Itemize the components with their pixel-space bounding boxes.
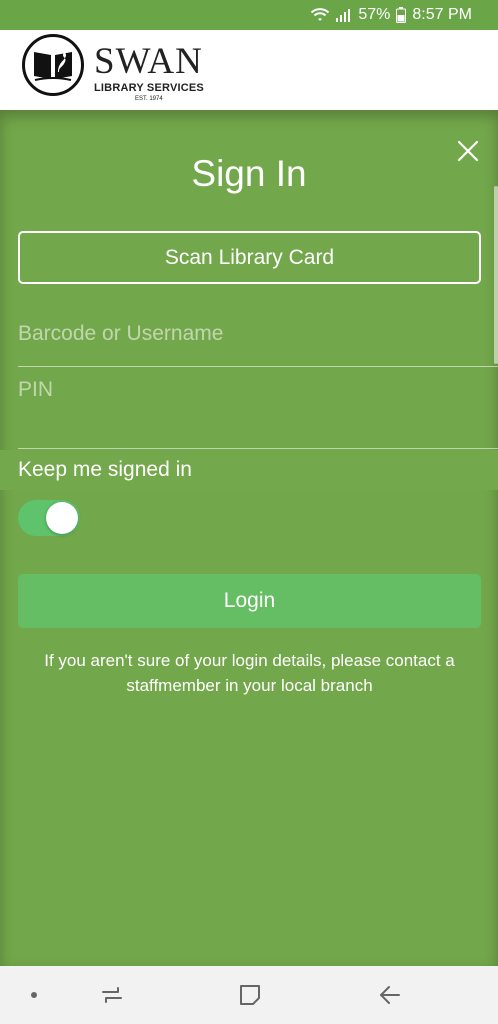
help-text: If you aren't sure of your login details…	[44, 651, 455, 695]
username-input[interactable]	[18, 322, 498, 346]
signal-icon	[336, 8, 352, 22]
home-button[interactable]	[230, 966, 270, 1024]
sign-in-panel: Sign In Scan Library Card Keep me signed…	[0, 110, 498, 966]
status-bar: 57% 8:57 PM	[0, 0, 498, 30]
back-icon	[380, 986, 400, 1004]
keep-signed-in-toggle[interactable]	[18, 500, 80, 536]
wifi-icon	[310, 7, 330, 23]
login-button[interactable]: Login	[18, 574, 481, 628]
username-field-wrapper	[18, 322, 498, 367]
page-title: Sign In	[191, 153, 307, 194]
toggle-knob	[46, 502, 78, 534]
battery-icon	[396, 7, 407, 23]
battery-percent: 57%	[358, 6, 391, 23]
nav-dot-button[interactable]	[20, 966, 48, 1024]
keep-signed-in-label: Keep me signed in	[18, 458, 192, 481]
logo-est: EST. 1974	[135, 96, 163, 102]
navigation-bar	[0, 966, 498, 1024]
swan-logo: SWAN LIBRARY SERVICES EST. 1974	[22, 34, 212, 106]
home-icon	[240, 985, 260, 1005]
swan-book-icon	[22, 34, 84, 96]
dot-icon	[31, 992, 37, 998]
status-time: 8:57 PM	[412, 6, 472, 23]
recent-apps-button[interactable]	[92, 966, 132, 1024]
recent-apps-icon	[102, 987, 122, 1003]
pin-field-wrapper	[18, 378, 498, 449]
logo-subtitle: LIBRARY SERVICES	[94, 82, 204, 94]
logo-title: SWAN	[94, 41, 203, 82]
scan-library-card-button[interactable]: Scan Library Card	[18, 231, 481, 284]
pin-input[interactable]	[18, 378, 498, 402]
back-button[interactable]	[370, 966, 410, 1024]
app-header: SWAN LIBRARY SERVICES EST. 1974	[0, 30, 498, 110]
